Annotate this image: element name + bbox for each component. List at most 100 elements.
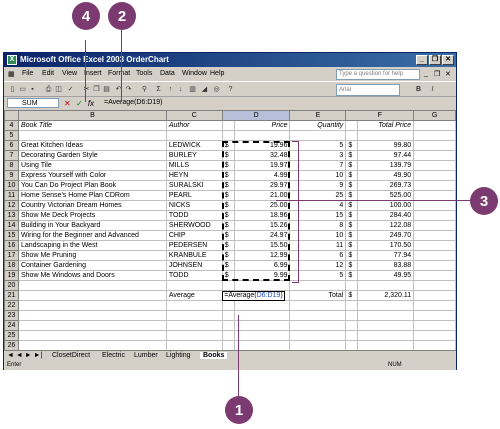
row-header[interactable]: 15 [4,230,19,241]
column-header-e[interactable]: E [289,110,347,121]
cell-f-currency[interactable]: $ [345,290,359,301]
cell-f-currency[interactable] [345,340,359,350]
cell-f-currency[interactable] [345,300,359,311]
row-header[interactable]: 20 [4,280,19,291]
cell-b[interactable]: Show Me Pruning [17,250,167,261]
cell-e[interactable] [289,310,347,321]
cell-d-currency[interactable] [221,300,235,311]
row-header[interactable]: 7 [4,150,19,161]
menu-window[interactable]: Window [182,70,207,77]
cell-d-currency[interactable] [221,340,235,350]
cell-d[interactable]: 12.99 [233,250,291,261]
cell-b[interactable]: Wiring for the Beginner and Advanced [17,230,167,241]
cell-d[interactable]: 6.99 [233,260,291,271]
row-header[interactable]: 17 [4,250,19,261]
cell-d[interactable] [233,280,291,291]
print-icon[interactable]: ⎙ [44,85,53,94]
cell-d-currency[interactable] [221,330,235,341]
cell-d[interactable]: 25.00 [233,200,291,211]
cell-c[interactable] [165,130,223,141]
cell-c[interactable]: TODD [165,270,223,281]
cell-b[interactable]: Express Yourself with Color [17,170,167,181]
paste-icon[interactable]: ▤ [102,85,111,94]
zoom-icon[interactable]: ◎ [212,85,221,94]
cell-c[interactable]: NICKS [165,200,223,211]
cell-g[interactable] [413,190,456,201]
restore-button[interactable]: ❐ [429,55,441,65]
cell-f-currency[interactable]: $ [345,240,359,251]
cell-g[interactable] [413,210,456,221]
cell-f[interactable]: 170.50 [357,240,415,251]
cell-d-currency[interactable]: $ [221,220,235,231]
cell-d-currency[interactable]: $ [221,230,235,241]
drawing-icon[interactable]: ◢ [200,85,209,94]
cell-f-currency[interactable]: $ [345,150,359,161]
cell-e[interactable]: Total [289,290,347,301]
menu-file[interactable]: File [22,70,33,77]
cell-f[interactable] [357,280,415,291]
cell-f[interactable]: 100.00 [357,200,415,211]
cell-e[interactable] [289,320,347,331]
row-header[interactable]: 16 [4,240,19,251]
cell-c[interactable] [165,340,223,350]
doc-minimize-button[interactable]: _ [424,70,428,77]
cell-f-currency[interactable] [345,330,359,341]
cell-d[interactable]: 19.96 [233,140,291,151]
column-header-b[interactable]: B [17,110,167,121]
doc-close-button[interactable]: ✕ [445,70,451,78]
row-header[interactable]: 23 [4,310,19,321]
cell-f[interactable]: 122.08 [357,220,415,231]
minimize-button[interactable]: _ [416,55,428,65]
row-header[interactable]: 25 [4,330,19,341]
cell-b[interactable]: Container Gardening [17,260,167,271]
select-all-corner[interactable] [4,110,19,121]
doc-restore-button[interactable]: ❐ [434,70,440,78]
cell-d-currency[interactable] [221,130,235,141]
cell-b[interactable] [17,290,167,301]
tab-lighting[interactable]: Lighting [166,352,191,359]
menu-tools[interactable]: Tools [136,70,152,77]
row-header[interactable]: 18 [4,260,19,271]
cell-d-currency[interactable]: $ [221,210,235,221]
cell-f-currency[interactable]: $ [345,250,359,261]
cell-g[interactable] [413,170,456,181]
cell-d[interactable]: 32.48 [233,150,291,161]
cell-d-currency[interactable]: $ [221,200,235,211]
cell-e[interactable] [289,130,347,141]
cell-g[interactable] [413,330,456,341]
cell-d[interactable]: 21.00 [233,190,291,201]
cell-c[interactable]: PEARL [165,190,223,201]
copy-icon[interactable]: ❐ [92,85,101,94]
cell-f[interactable] [357,340,415,350]
cell-d-currency[interactable] [221,120,235,131]
cell-b[interactable]: Using Tile [17,160,167,171]
row-header[interactable]: 12 [4,200,19,211]
cut-icon[interactable]: ✂ [82,85,91,94]
cell-f-currency[interactable]: $ [345,170,359,181]
cell-f[interactable]: 83.88 [357,260,415,271]
cell-d[interactable]: 9.99 [233,270,291,281]
chart-wizard-icon[interactable]: ▥ [188,85,197,94]
cell-f-currency[interactable]: $ [345,230,359,241]
spelling-icon[interactable]: ✓ [66,85,75,94]
cell-b[interactable]: Great Kitchen Ideas [17,140,167,151]
cell-f[interactable]: 77.94 [357,250,415,261]
cell-c[interactable]: Average [165,290,223,301]
cell-g[interactable] [413,160,456,171]
cell-c[interactable]: HEYN [165,170,223,181]
cell-g[interactable] [413,240,456,251]
cell-f-currency[interactable] [345,130,359,141]
cell-g[interactable] [413,250,456,261]
cell-d[interactable]: Price [233,120,291,131]
font-select[interactable]: Arial [336,84,400,96]
cell-g[interactable] [413,120,456,131]
cell-e[interactable] [289,330,347,341]
cell-d[interactable] [233,330,291,341]
cell-d-currency[interactable] [221,320,235,331]
cell-b[interactable]: Book Title [17,120,167,131]
cell-g[interactable] [413,300,456,311]
cell-f-currency[interactable]: $ [345,190,359,201]
tab-closetdirect[interactable]: ClosetDirect [52,352,90,359]
cell-c[interactable]: CHIP [165,230,223,241]
sort-ascending-icon[interactable]: ↑ [166,85,175,94]
